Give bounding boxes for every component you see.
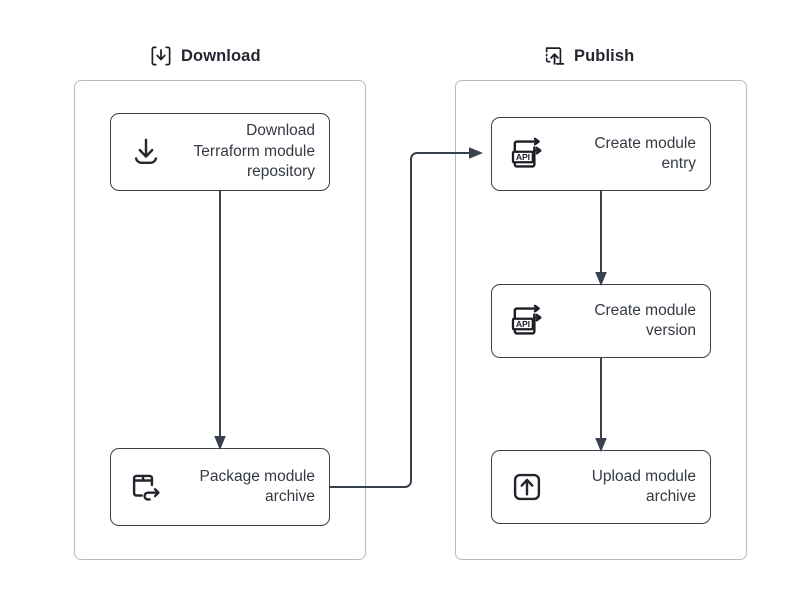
package-box-icon	[129, 470, 163, 504]
group-header-publish: Publish	[543, 41, 634, 71]
node-download-repo[interactable]: Download Terraform module repository	[110, 113, 330, 191]
node-create-version-label: Create module version	[594, 301, 696, 339]
diagram-canvas: Download Publish Download Terraform modu…	[0, 0, 807, 597]
node-upload-archive-label: Upload module archive	[591, 467, 696, 505]
group-header-download: Download	[150, 41, 261, 71]
node-package-archive[interactable]: Package module archive	[110, 448, 330, 526]
svg-text:API: API	[516, 152, 530, 162]
node-package-archive-label: Package module archive	[199, 467, 315, 505]
upload-arrow-icon	[510, 470, 544, 504]
api-document-icon: API	[510, 137, 544, 171]
publish-upload-box-icon	[543, 45, 565, 67]
node-upload-archive[interactable]: Upload module archive	[491, 450, 711, 524]
node-create-entry-label: Create module entry	[594, 134, 696, 172]
node-create-entry[interactable]: API Create module entry	[491, 117, 711, 191]
svg-text:API: API	[516, 319, 530, 329]
node-create-version[interactable]: API Create module version	[491, 284, 711, 358]
group-header-publish-label: Publish	[574, 46, 635, 65]
group-header-download-label: Download	[181, 46, 261, 65]
api-document-icon: API	[510, 304, 544, 338]
download-box-icon	[150, 45, 172, 67]
node-download-repo-label: Download Terraform module repository	[193, 122, 315, 181]
download-arrow-icon	[129, 135, 163, 169]
